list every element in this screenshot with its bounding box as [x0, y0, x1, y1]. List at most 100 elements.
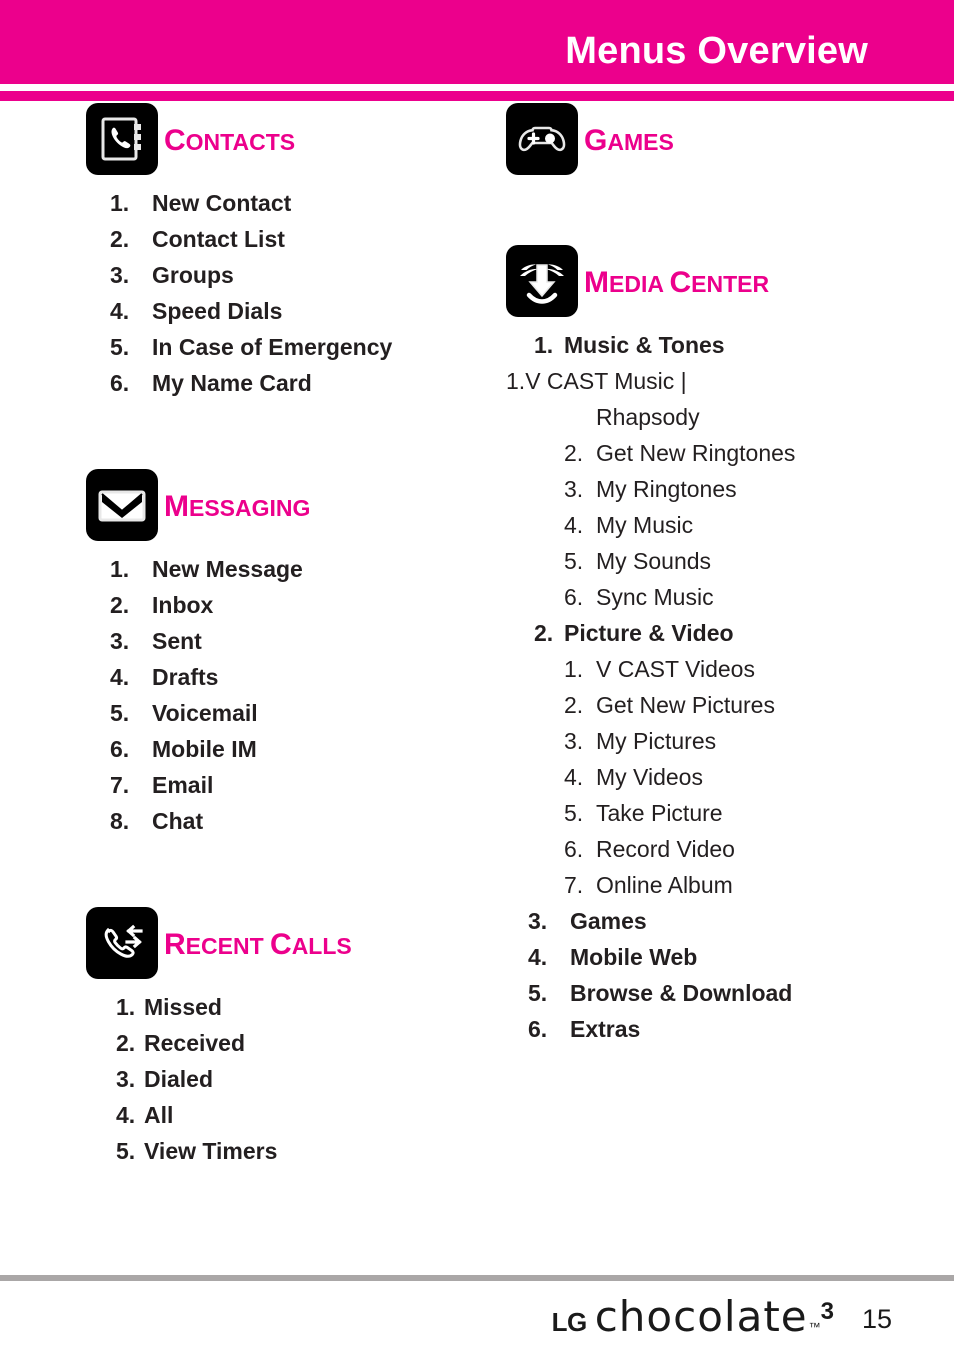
- list-item[interactable]: 1. V CAST Music | Rhapsody: [506, 363, 926, 435]
- list-item[interactable]: 5. Take Picture: [506, 795, 926, 831]
- list-item[interactable]: 5. In Case of Emergency: [86, 329, 506, 365]
- list-item[interactable]: 1. Music & Tones 1. V CAST Music | Rhaps…: [506, 327, 926, 615]
- item-number: 4.: [116, 1102, 136, 1128]
- menus-content: CONTACTS 1. New Contact 2. Contact List 3.…: [0, 101, 954, 1261]
- item-label: Sent: [152, 628, 202, 654]
- item-number: 4.: [564, 512, 584, 538]
- section-games: GAMES: [506, 101, 926, 177]
- section-title-cap: M: [584, 266, 609, 299]
- item-number: 2.: [110, 592, 130, 618]
- item-label: My Sounds: [596, 548, 712, 574]
- item-label: Email: [152, 772, 214, 798]
- list-item[interactable]: 5. My Sounds: [506, 543, 926, 579]
- list-item[interactable]: 4. My Music: [506, 507, 926, 543]
- list-item[interactable]: 5. View Timers: [86, 1133, 506, 1169]
- list-item[interactable]: 3. Sent: [86, 623, 506, 659]
- list-item[interactable]: 2. Picture & Video 1. V CAST Videos 2. Get…: [506, 615, 926, 903]
- section-title-rest2: ALLS: [291, 933, 352, 959]
- media-center-menu-list: 1. Music & Tones 1. V CAST Music | Rhaps…: [506, 327, 926, 1047]
- item-number: 2.: [534, 620, 554, 646]
- list-item[interactable]: 3. Dialed: [86, 1061, 506, 1097]
- item-label: All: [144, 1102, 174, 1128]
- item-number: 4.: [528, 944, 548, 970]
- list-item[interactable]: 4. All: [86, 1097, 506, 1133]
- item-number: 6.: [110, 736, 130, 762]
- item-label: V CAST Videos: [596, 656, 755, 682]
- item-number: 6.: [110, 370, 130, 396]
- list-item[interactable]: 1. New Contact: [86, 185, 506, 221]
- section-title-media-center: MEDIA CENTER: [584, 264, 769, 298]
- list-item[interactable]: 6. Mobile IM: [86, 731, 506, 767]
- item-number: 8.: [110, 808, 130, 834]
- music-and-tones-sublist: 1. V CAST Music | Rhapsody 2. Get New Rin…: [506, 363, 926, 615]
- item-label: Mobile Web: [570, 944, 698, 970]
- list-item[interactable]: 7. Online Album: [506, 867, 926, 903]
- list-item[interactable]: 2. Received: [86, 1025, 506, 1061]
- section-title-cap: M: [164, 490, 189, 523]
- item-label: Games: [570, 908, 647, 934]
- section-header-contacts: CONTACTS: [86, 101, 506, 177]
- item-label: Sync Music: [596, 584, 714, 610]
- section-title-rest2: ENTER: [691, 271, 770, 297]
- list-item[interactable]: 3. Games: [506, 903, 926, 939]
- section-title-cap: R: [164, 928, 186, 961]
- section-contacts: CONTACTS 1. New Contact 2. Contact List 3.…: [86, 101, 506, 401]
- item-number: 7.: [564, 872, 584, 898]
- item-label: View Timers: [144, 1138, 278, 1164]
- item-number: 6.: [528, 1016, 548, 1042]
- item-label: Drafts: [152, 664, 219, 690]
- item-label: Mobile IM: [152, 736, 257, 762]
- item-label: My Name Card: [152, 370, 312, 396]
- item-number: 4.: [110, 664, 130, 690]
- list-item[interactable]: 1. V CAST Videos: [506, 651, 926, 687]
- list-item[interactable]: 6. My Name Card: [86, 365, 506, 401]
- list-item[interactable]: 4. My Videos: [506, 759, 926, 795]
- list-item[interactable]: 4. Drafts: [86, 659, 506, 695]
- list-item[interactable]: 2. Get New Pictures: [506, 687, 926, 723]
- left-column: CONTACTS 1. New Contact 2. Contact List 3.…: [86, 101, 506, 1169]
- item-label: Contact List: [152, 226, 285, 252]
- section-title-games: GAMES: [584, 122, 674, 156]
- list-item[interactable]: 2. Contact List: [86, 221, 506, 257]
- list-item[interactable]: 8. Chat: [86, 803, 506, 839]
- page-number: 15: [861, 1304, 892, 1334]
- item-number: 5.: [110, 334, 130, 360]
- list-item[interactable]: 2. Get New Ringtones: [506, 435, 926, 471]
- list-item[interactable]: 5. Voicemail: [86, 695, 506, 731]
- item-number: 7.: [110, 772, 130, 798]
- item-number: 4.: [110, 298, 130, 324]
- item-number: 5.: [116, 1138, 136, 1164]
- list-item[interactable]: 7. Email: [86, 767, 506, 803]
- item-number: 1.: [110, 190, 130, 216]
- list-item[interactable]: 6. Record Video: [506, 831, 926, 867]
- item-number: 3.: [564, 728, 584, 754]
- list-item[interactable]: 4. Mobile Web: [506, 939, 926, 975]
- list-item[interactable]: 3. My Ringtones: [506, 471, 926, 507]
- list-item[interactable]: 6. Sync Music: [506, 579, 926, 615]
- list-item[interactable]: 3. Groups: [86, 257, 506, 293]
- item-label: Received: [144, 1030, 246, 1056]
- section-title-rest: ONTACTS: [185, 129, 296, 155]
- item-label: Browse & Download: [570, 980, 793, 1006]
- item-label: Picture & Video: [564, 620, 734, 646]
- lg-chocolate-logo: LG chocolate ™ 3: [552, 1292, 834, 1341]
- item-label: My Pictures: [596, 728, 717, 754]
- list-item[interactable]: 3. My Pictures: [506, 723, 926, 759]
- item-label: Speed Dials: [152, 298, 283, 324]
- list-item[interactable]: 1. New Message: [86, 551, 506, 587]
- list-item[interactable]: 1. Missed: [86, 989, 506, 1025]
- item-label-wrapped: Rhapsody: [596, 404, 700, 430]
- page-title: Menus Overview: [565, 30, 868, 72]
- item-label: Inbox: [152, 592, 214, 618]
- item-label: Dialed: [144, 1066, 214, 1092]
- section-recent-calls: RECENT CALLS 1. Missed 2. Received 3. Diale…: [86, 905, 506, 1169]
- item-number: 3.: [116, 1066, 136, 1092]
- list-item[interactable]: 2. Inbox: [86, 587, 506, 623]
- list-item[interactable]: 5. Browse & Download: [506, 975, 926, 1011]
- list-item[interactable]: 6. Extras: [506, 1011, 926, 1047]
- list-item[interactable]: 4. Speed Dials: [86, 293, 506, 329]
- section-header-media-center: MEDIA CENTER: [506, 243, 926, 319]
